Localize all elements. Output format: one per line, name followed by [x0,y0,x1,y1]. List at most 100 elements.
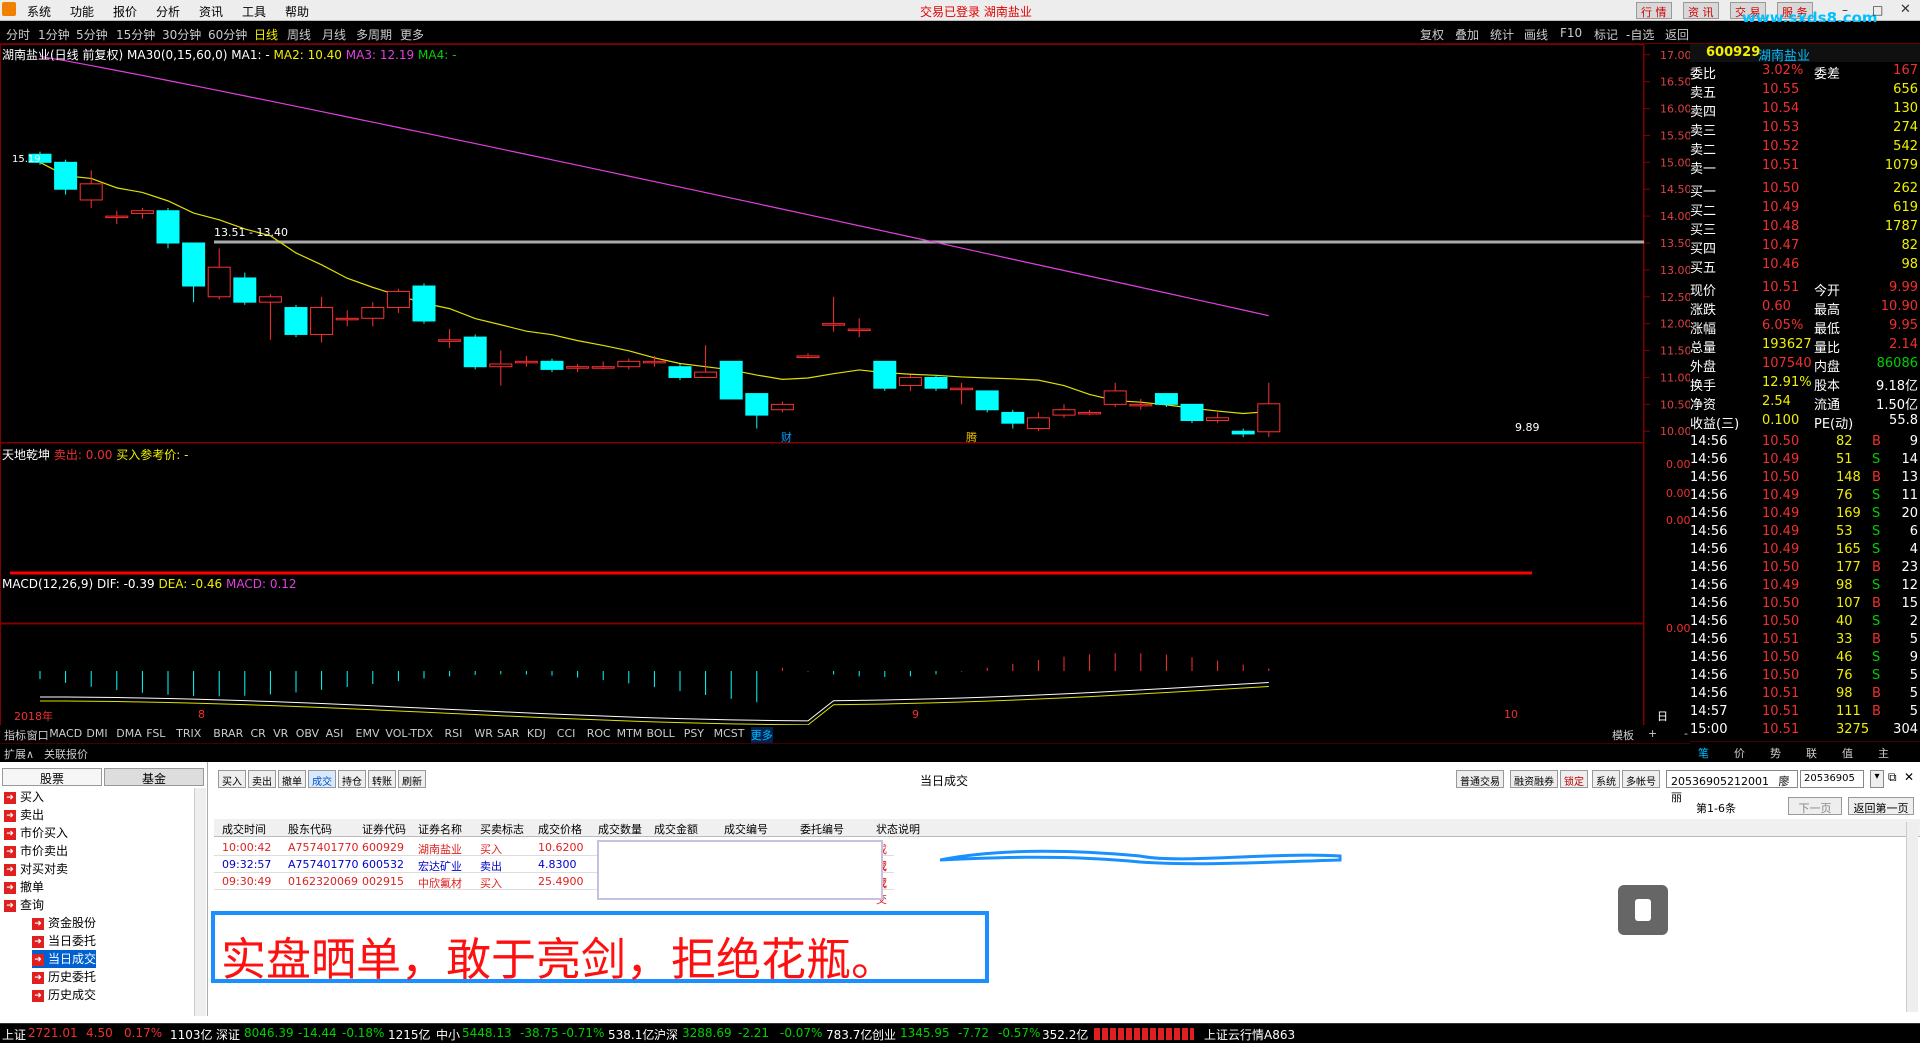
trade-toolbar-button[interactable]: 持仓 [338,770,366,788]
btn-mark[interactable]: 标记 [1594,26,1618,43]
menu-analysis[interactable]: 分析 [156,3,180,20]
menu-function[interactable]: 功能 [70,3,94,20]
indicator-tab[interactable]: DMA [116,727,142,740]
related-quote-tab[interactable]: 关联报价 [44,746,88,762]
trade-mode-button[interactable]: 系统 [1592,770,1620,788]
table-column-header[interactable]: 状态说明 [876,821,920,837]
indicator-tab[interactable]: ASI [326,727,344,740]
indicator-right-button[interactable]: + [1648,727,1657,740]
period-more[interactable]: 更多 [400,26,424,43]
period-weekly[interactable]: 周线 [287,26,311,43]
btn-restore-rights[interactable]: 复权 [1420,26,1444,43]
btn-stats[interactable]: 统计 [1490,26,1514,43]
first-page-button[interactable]: 返回第一页 [1848,797,1914,815]
period-15min[interactable]: 15分钟 [116,26,155,43]
indicator-tab[interactable]: CR [251,727,266,740]
tree-item[interactable]: ➜ 当日成交 [32,950,97,968]
indicator-tab[interactable]: VOL-TDX [385,727,433,740]
btn-remove-watch[interactable]: -自选 [1626,26,1654,43]
period-daily[interactable]: 日线 [254,26,278,43]
account-select[interactable]: 20536905212001 廖丽 [1666,770,1798,804]
table-column-header[interactable]: 成交数量 [598,821,642,837]
indicator-tab[interactable]: FSL [146,727,165,740]
tree-item[interactable]: ➜ 资金股份 [32,914,96,932]
indicator-tab[interactable]: 指标 [4,727,26,743]
close-icon[interactable]: ✕ [1900,2,1911,17]
indicator-tab[interactable]: KDJ [527,727,546,740]
table-column-header[interactable]: 股东代码 [288,821,332,837]
dropdown-icon[interactable]: ▾ [1870,770,1884,788]
quote-tab[interactable]: 笔 [1698,745,1709,761]
trade-mode-button[interactable]: 融资融券 [1510,770,1558,788]
indicator-tab[interactable]: DMI [86,727,107,740]
indicator-tab[interactable]: 窗口 [27,727,49,743]
tree-item[interactable]: ➜ 历史成交 [32,986,96,1004]
btn-f10[interactable]: F10 [1560,26,1582,40]
menu-news[interactable]: 资讯 [199,3,223,20]
btn-draw[interactable]: 画线 [1524,26,1548,43]
table-column-header[interactable]: 证券名称 [418,821,462,837]
account2-select[interactable]: 20536905 [1800,770,1864,788]
server-label[interactable]: 上证云行情A863 [1204,1026,1295,1043]
indicator-tab[interactable]: 更多 [750,727,773,743]
tree-item[interactable]: ➜ 市价卖出 [4,842,68,860]
indicator-tab[interactable]: MACD [49,727,82,740]
trade-toolbar-button[interactable]: 转账 [368,770,396,788]
table-scrollbar[interactable] [1906,822,1918,1012]
indicator-right-button[interactable]: 模板 [1612,727,1634,743]
trade-toolbar-button[interactable]: 成交 [308,770,336,788]
indicator-tab[interactable]: TRIX [176,727,201,740]
indicator-tab[interactable]: RSI [445,727,463,740]
indicator-tab[interactable]: ROC [587,727,611,740]
indicator-tab[interactable]: PSY [684,727,704,740]
table-column-header[interactable]: 成交价格 [538,821,582,837]
tree-item[interactable]: ➜ 撤单 [4,878,44,896]
tree-item[interactable]: ➜ 市价买入 [4,824,68,842]
menu-help[interactable]: 帮助 [285,3,309,20]
trade-mode-button[interactable]: 普通交易 [1456,770,1504,788]
period-30min[interactable]: 30分钟 [162,26,201,43]
indicator-right-button[interactable]: - [1684,727,1688,740]
panel-close-icon[interactable]: ✕ [1904,770,1914,784]
marker-finance[interactable]: 财 [781,429,792,445]
indicator-tab[interactable]: WR [474,727,493,740]
indicator-tab[interactable]: OBV [296,727,319,740]
period-intraday[interactable]: 分时 [6,26,30,43]
tree-item[interactable]: ➜ 历史委托 [32,968,96,986]
candlestick-chart[interactable]: 17.00 16.50 16.00 15.50 15.00 14.50 14.00 13.50… [0,44,1690,744]
tab-fund[interactable]: 基金 [104,768,204,786]
quote-tab[interactable]: 价 [1734,745,1745,761]
table-column-header[interactable]: 买卖标志 [480,821,524,837]
marker-event[interactable]: 腾 [966,429,977,445]
lock-icon[interactable] [1618,885,1668,935]
table-column-header[interactable]: 成交金额 [654,821,698,837]
top-btn-quote[interactable]: 行 情 [1636,2,1672,19]
period-1min[interactable]: 1分钟 [38,26,70,43]
tree-item[interactable]: ➜ 当日委托 [32,932,96,950]
quote-tab[interactable]: 值 [1842,745,1853,761]
table-column-header[interactable]: 委托编号 [800,821,844,837]
indicator-tab[interactable]: BOLL [647,727,675,740]
period-monthly[interactable]: 月线 [322,26,346,43]
trade-mode-button[interactable]: 锁定 [1560,770,1588,788]
window-restore-icon[interactable]: ⧉ [1888,770,1897,785]
maximize-icon[interactable]: □ [1872,3,1883,17]
table-column-header[interactable]: 成交时间 [222,821,266,837]
next-page-button[interactable]: 下一页 [1788,797,1842,815]
tree-scrollbar[interactable] [194,788,206,1016]
quote-tab[interactable]: 势 [1770,745,1781,761]
period-5min[interactable]: 5分钟 [76,26,108,43]
tree-item[interactable]: ➜ 查询 [4,896,44,914]
tree-item[interactable]: ➜ 卖出 [4,806,44,824]
trade-toolbar-button[interactable]: 买入 [218,770,246,788]
menu-quote[interactable]: 报价 [113,3,137,20]
tab-stock[interactable]: 股票 [2,768,102,786]
tree-item[interactable]: ➜ 买入 [4,788,44,806]
indicator-tab[interactable]: CCI [557,727,576,740]
quote-tab[interactable]: 主 [1878,745,1889,761]
indicator-tab[interactable]: SAR [497,727,519,740]
quote-tab[interactable]: 联 [1806,745,1817,761]
period-multi[interactable]: 多周期 [356,26,392,43]
indicator-tab[interactable]: MTM [617,727,643,740]
table-column-header[interactable]: 成交编号 [724,821,768,837]
